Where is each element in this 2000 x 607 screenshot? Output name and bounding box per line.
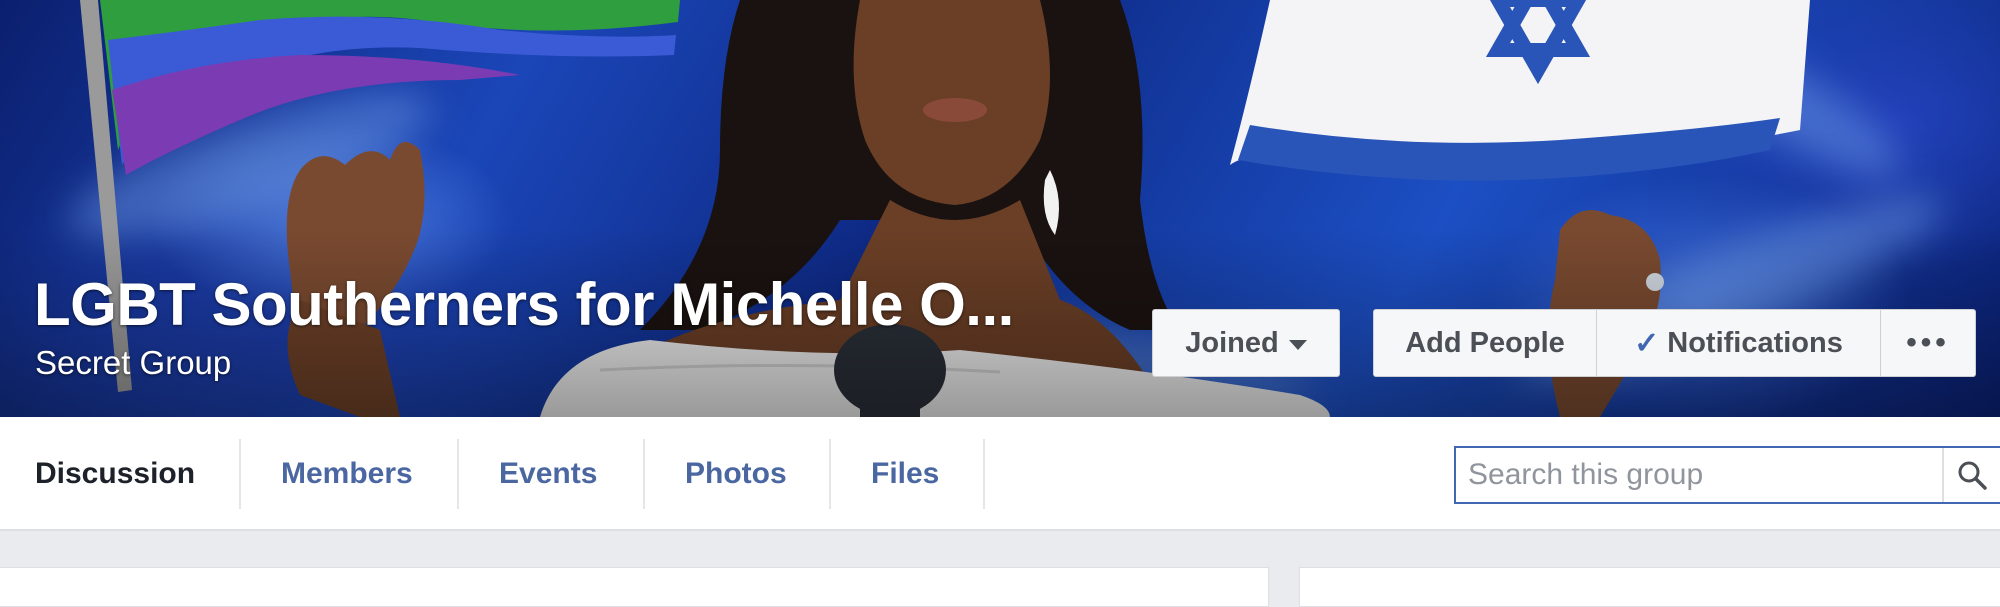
caret-down-icon [1288,339,1307,350]
search-input[interactable] [1456,448,1942,502]
group-title[interactable]: LGBT Southerners for Michelle O... [34,270,1014,339]
more-options-button[interactable]: ••• [1881,309,1976,377]
tab-events[interactable]: Events [459,439,645,509]
sidebar-card [1299,567,2000,607]
group-search [1454,446,2000,504]
tab-members[interactable]: Members [241,439,459,509]
cover-photo[interactable]: LGBT Southerners for Michelle O... Secre… [0,0,2000,417]
tab-discussion[interactable]: Discussion [0,439,241,509]
notifications-label: Notifications [1667,326,1843,359]
check-icon: ✓ [1634,326,1660,360]
composer-card [0,567,1269,607]
tab-files[interactable]: Files [831,439,985,509]
joined-label: Joined [1185,326,1279,359]
search-button[interactable] [1942,448,2000,502]
add-people-button[interactable]: Add People [1373,309,1597,377]
tab-photos[interactable]: Photos [645,439,831,509]
add-people-label: Add People [1405,326,1565,359]
notifications-button[interactable]: ✓ Notifications [1597,309,1881,377]
more-icon: ••• [1906,326,1950,359]
group-privacy-label: Secret Group [35,344,232,381]
cover-action-group: Add People ✓ Notifications ••• [1373,309,1976,377]
joined-button[interactable]: Joined [1152,309,1340,377]
magnifier-icon [1958,461,1987,490]
